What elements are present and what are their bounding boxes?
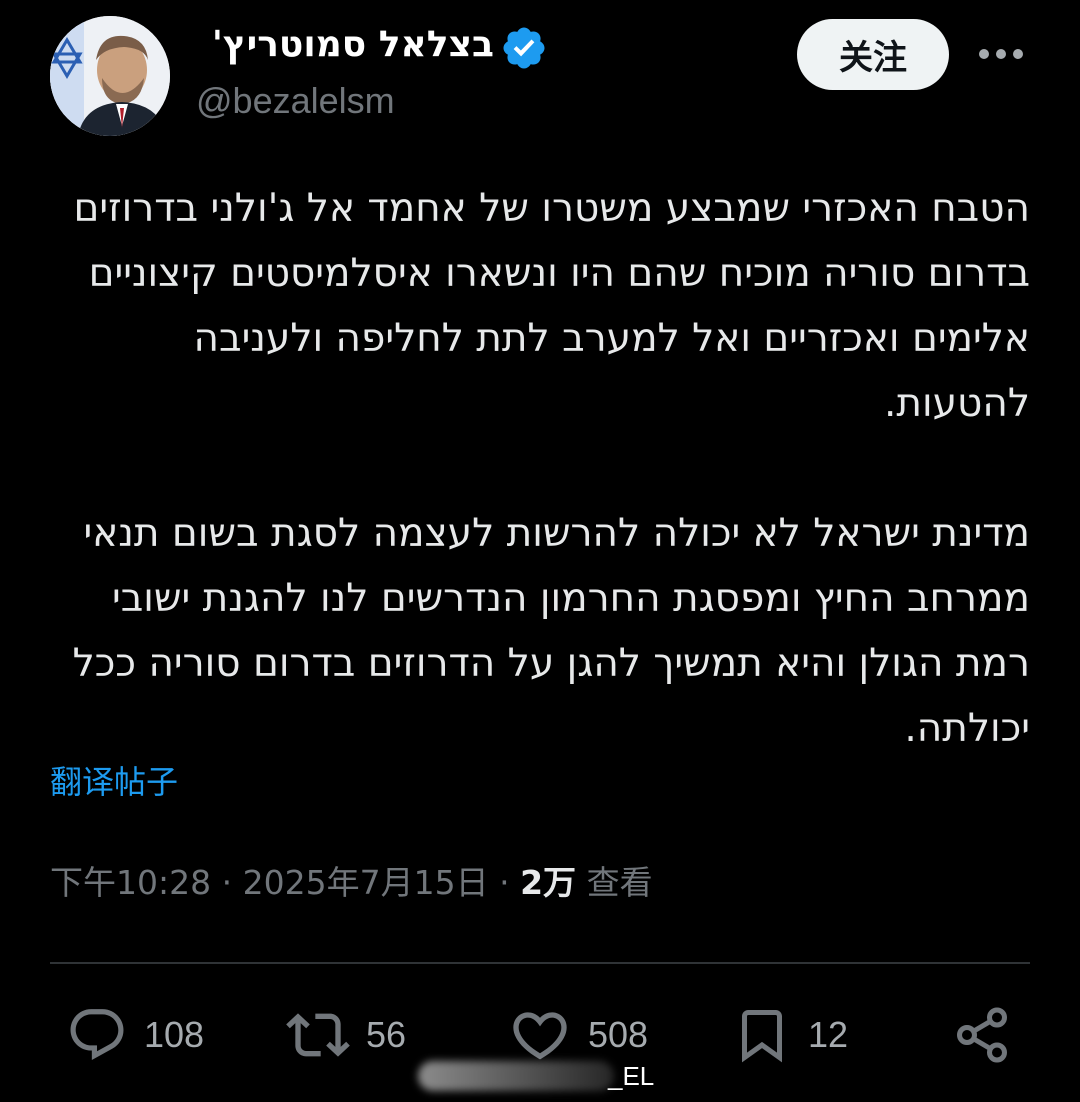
share-icon (957, 1007, 1007, 1063)
meta-separator: · (221, 863, 233, 902)
reply-count: 108 (144, 1014, 205, 1055)
meta-separator: · (499, 863, 510, 902)
watermark-blur (418, 1061, 614, 1091)
share-button[interactable] (952, 1002, 1012, 1068)
bookmark-icon (742, 1010, 782, 1063)
bookmark-count: 12 (808, 1014, 849, 1055)
like-count: 508 (588, 1014, 649, 1055)
post-time[interactable]: 下午10:28 (50, 863, 211, 902)
repost-icon (286, 1013, 350, 1057)
bookmark-button[interactable]: 12 (732, 1002, 848, 1068)
views-count: 2万 (520, 863, 577, 902)
post-paragraph: מדינת ישראל לא יכולה להרשות לעצמה לסגת ב… (72, 511, 1030, 751)
reply-icon (70, 1009, 124, 1061)
follow-button[interactable]: 关注 (797, 19, 949, 90)
repost-button[interactable]: 56 (286, 1002, 406, 1068)
translate-post-link[interactable]: 翻译帖子 (50, 758, 178, 806)
reply-button[interactable]: 108 (66, 1002, 204, 1068)
watermark-text: _EL (608, 1060, 655, 1091)
author-handle[interactable]: @bezalelsm (196, 78, 395, 124)
post-date[interactable]: 2025年7月15日 (243, 863, 489, 902)
more-horizontal-icon[interactable] (976, 36, 1026, 72)
post-paragraph: הטבח האכזרי שמבצע משטרו של אחמד אל ג'ולנ… (73, 186, 1030, 426)
avatar[interactable] (50, 16, 170, 136)
author-name[interactable]: בצלאל סמוטריץ' (196, 18, 494, 72)
divider (50, 962, 1030, 964)
views-label: 查看 (586, 863, 653, 902)
verified-badge-icon (503, 27, 545, 69)
post-meta: 下午10:28 · 2025年7月15日 · 2万 查看 (50, 855, 653, 911)
watermark: _EL (418, 1056, 662, 1096)
repost-count: 56 (366, 1014, 407, 1055)
post-text: הטבח האכזרי שמבצע משטרו של אחמד אל ג'ולנ… (40, 176, 1030, 761)
avatar-image (50, 16, 170, 136)
